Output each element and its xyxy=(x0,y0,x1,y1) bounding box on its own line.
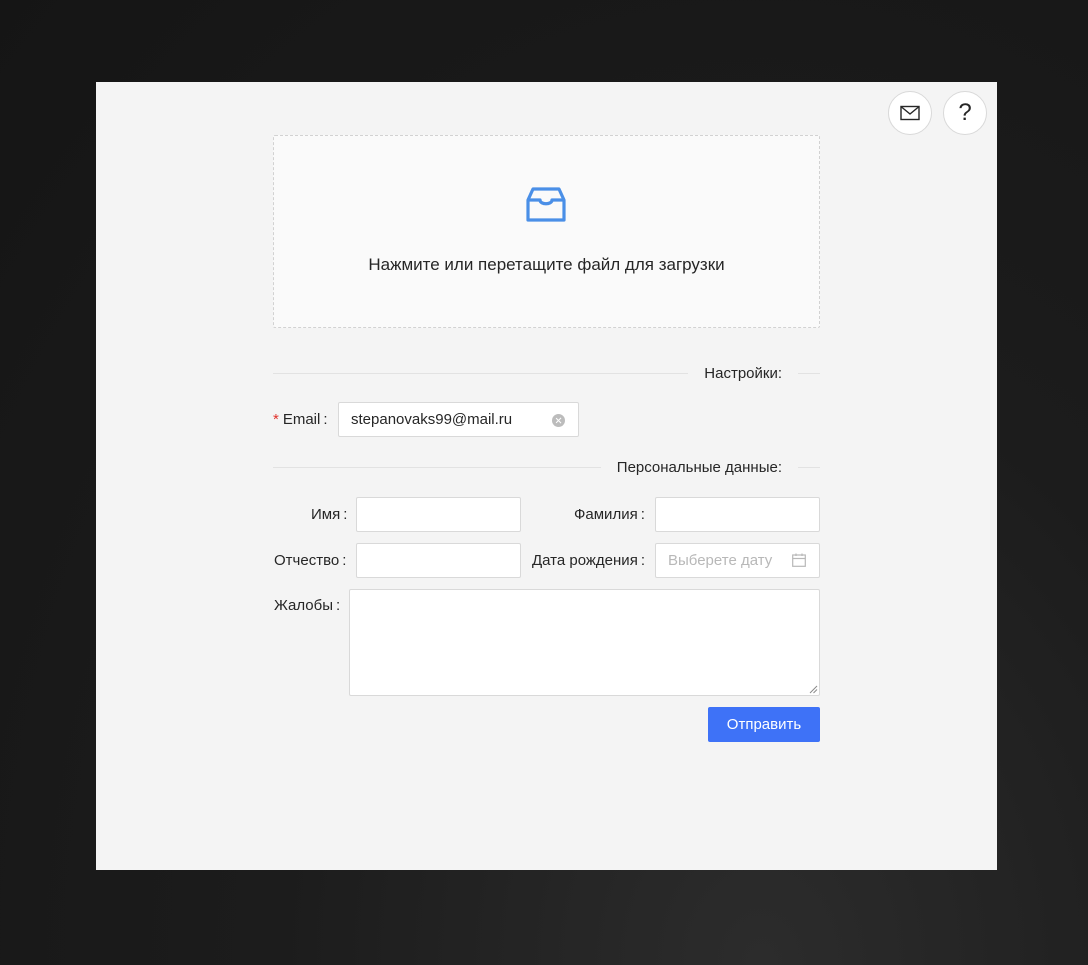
personal-section-title: Персональные данные: xyxy=(616,458,782,476)
email-field[interactable]: stepanovaks99@mail.ru xyxy=(338,402,579,437)
first-name-input[interactable] xyxy=(356,497,521,532)
settings-divider: Настройки: xyxy=(273,363,820,383)
settings-section-title: Настройки: xyxy=(704,364,782,382)
patronymic-label: Отчество: xyxy=(274,552,347,569)
last-name-label: Фамилия: xyxy=(574,506,645,523)
email-label: * Email: xyxy=(273,411,328,428)
submit-button[interactable]: Отправить xyxy=(708,707,820,742)
question-icon: ? xyxy=(958,99,972,126)
help-button[interactable]: ? xyxy=(943,91,987,135)
upload-dropzone[interactable]: Нажмите или перетащите файл для загрузки xyxy=(273,135,820,328)
complaints-label: Жалобы: xyxy=(274,597,341,614)
email-value: stepanovaks99@mail.ru xyxy=(351,411,513,428)
first-name-label: Имя: xyxy=(311,506,348,523)
personal-divider: Персональные данные: xyxy=(273,457,820,477)
inbox-icon xyxy=(526,187,566,222)
clear-icon[interactable] xyxy=(552,414,565,427)
required-mark: * xyxy=(273,411,279,428)
birthdate-placeholder: Выберете дату xyxy=(668,552,773,569)
birthdate-label: Дата рождения: xyxy=(532,552,645,569)
mail-icon xyxy=(900,105,920,121)
upload-hint: Нажмите или перетащите файл для загрузки xyxy=(368,255,725,274)
last-name-input[interactable] xyxy=(655,497,820,532)
complaints-textarea[interactable] xyxy=(349,589,820,696)
birthdate-picker[interactable]: Выберете дату xyxy=(655,543,820,578)
calendar-icon xyxy=(792,553,806,567)
patronymic-input[interactable] xyxy=(356,543,521,578)
resize-grip-icon[interactable] xyxy=(809,685,818,694)
form-panel: ? Нажмите или перетащите файл для загруз… xyxy=(96,82,997,870)
mail-button[interactable] xyxy=(888,91,932,135)
